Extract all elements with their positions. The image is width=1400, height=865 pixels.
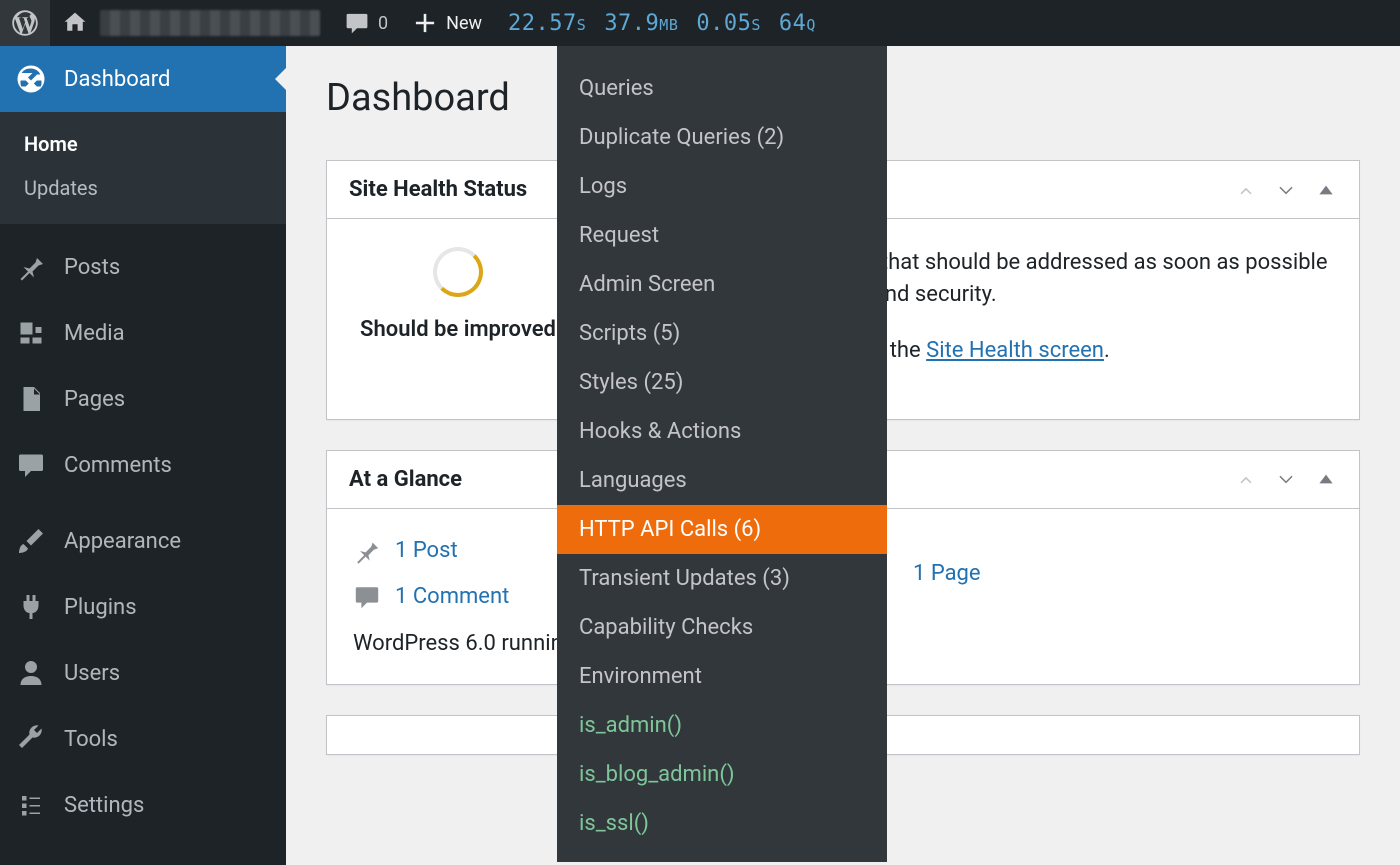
plus-icon xyxy=(412,10,438,36)
sidebar-label: Plugins xyxy=(64,595,137,620)
sidebar-item-plugins[interactable]: Plugins xyxy=(0,574,286,640)
qm-item-transient-updates[interactable]: Transient Updates (3) xyxy=(557,554,887,603)
sidebar-item-media[interactable]: Media xyxy=(0,300,286,366)
sidebar-label: Dashboard xyxy=(64,67,170,92)
qm-item-hooks[interactable]: Hooks & Actions xyxy=(557,407,887,456)
qm-item-is-admin[interactable]: is_admin() xyxy=(557,701,887,750)
pin-icon xyxy=(16,252,46,282)
site-name-redacted xyxy=(100,10,320,36)
query-monitor-stats[interactable]: 22.57S 37.9MB 0.05S 64Q xyxy=(508,11,816,36)
qm-queries: 64Q xyxy=(779,11,816,36)
chevron-down-icon[interactable] xyxy=(1275,468,1297,490)
submenu-updates[interactable]: Updates xyxy=(0,166,286,210)
progress-ring-icon xyxy=(433,247,483,297)
site-health-heading: Site Health Status xyxy=(349,177,527,202)
sidebar-item-users[interactable]: Users xyxy=(0,640,286,706)
qm-item-scripts[interactable]: Scripts (5) xyxy=(557,309,887,358)
triangle-up-icon[interactable] xyxy=(1315,468,1337,490)
user-icon xyxy=(16,658,46,688)
sidebar-item-pages[interactable]: Pages xyxy=(0,366,286,432)
sidebar-label: Users xyxy=(64,661,120,686)
dashboard-icon xyxy=(16,64,46,94)
pin-icon xyxy=(353,537,381,565)
sidebar-item-comments[interactable]: Comments xyxy=(0,432,286,498)
sidebar-label: Appearance xyxy=(64,529,181,554)
sidebar-label: Pages xyxy=(64,387,125,412)
qm-item-duplicate-queries[interactable]: Duplicate Queries (2) xyxy=(557,113,887,162)
qm-item-is-ssl[interactable]: is_ssl() xyxy=(557,799,887,848)
wp-logo-button[interactable] xyxy=(0,0,50,46)
admin-bar: 0 New 22.57S 37.9MB 0.05S 64Q xyxy=(0,0,1400,46)
plug-icon xyxy=(16,592,46,622)
page-icon xyxy=(16,384,46,414)
comment-count: 0 xyxy=(378,13,388,34)
admin-sidebar: Dashboard Home Updates Posts Media Pages… xyxy=(0,46,286,865)
sidebar-item-posts[interactable]: Posts xyxy=(0,234,286,300)
comment-icon xyxy=(353,583,381,611)
new-label: New xyxy=(446,13,482,34)
qm-dbtime: 0.05S xyxy=(696,11,761,36)
triangle-up-icon[interactable] xyxy=(1315,179,1337,201)
site-health-link[interactable]: Site Health screen xyxy=(926,338,1104,363)
site-health-indicator: Should be improved xyxy=(353,247,563,342)
chevron-down-icon[interactable] xyxy=(1275,179,1297,201)
sidebar-label: Tools xyxy=(64,727,118,752)
sidebar-item-appearance[interactable]: Appearance xyxy=(0,508,286,574)
qm-item-styles[interactable]: Styles (25) xyxy=(557,358,887,407)
wordpress-icon xyxy=(12,10,38,36)
brush-icon xyxy=(16,526,46,556)
at-a-glance-heading: At a Glance xyxy=(349,467,462,492)
qm-item-admin-screen[interactable]: Admin Screen xyxy=(557,260,887,309)
qm-item-languages[interactable]: Languages xyxy=(557,456,887,505)
qm-item-request[interactable]: Request xyxy=(557,211,887,260)
submenu-home[interactable]: Home xyxy=(0,122,286,166)
qm-memory: 37.9MB xyxy=(604,11,678,36)
site-home-button[interactable] xyxy=(50,0,332,46)
new-content-button[interactable]: New xyxy=(400,0,494,46)
glance-pages-link[interactable]: 1 Page xyxy=(913,537,981,611)
qm-item-environment[interactable]: Environment xyxy=(557,652,887,701)
chevron-up-icon[interactable] xyxy=(1235,179,1257,201)
query-monitor-dropdown: Queries Duplicate Queries (2) Logs Reque… xyxy=(557,46,887,862)
metabox-controls xyxy=(1235,468,1337,490)
sidebar-label: Comments xyxy=(64,453,172,478)
wrench-icon xyxy=(16,724,46,754)
sidebar-item-settings[interactable]: Settings xyxy=(0,772,286,838)
comments-button[interactable]: 0 xyxy=(332,0,400,46)
home-icon xyxy=(62,10,88,36)
sidebar-label: Media xyxy=(64,321,125,346)
sidebar-item-dashboard[interactable]: Dashboard xyxy=(0,46,286,112)
sidebar-label: Settings xyxy=(64,793,144,818)
qm-item-capability-checks[interactable]: Capability Checks xyxy=(557,603,887,652)
dashboard-submenu: Home Updates xyxy=(0,112,286,224)
site-health-status-label: Should be improved xyxy=(353,317,563,342)
comment-icon xyxy=(344,10,370,36)
qm-item-is-blog-admin[interactable]: is_blog_admin() xyxy=(557,750,887,799)
qm-item-logs[interactable]: Logs xyxy=(557,162,887,211)
sidebar-label: Posts xyxy=(64,255,120,280)
metabox-controls xyxy=(1235,179,1337,201)
sidebar-item-tools[interactable]: Tools xyxy=(0,706,286,772)
settings-icon xyxy=(16,790,46,820)
comment-icon xyxy=(16,450,46,480)
qm-item-http-api-calls[interactable]: HTTP API Calls (6) xyxy=(557,505,887,554)
qm-time: 22.57S xyxy=(508,11,586,36)
media-icon xyxy=(16,318,46,348)
qm-item-queries[interactable]: Queries xyxy=(557,64,887,113)
chevron-up-icon[interactable] xyxy=(1235,468,1257,490)
